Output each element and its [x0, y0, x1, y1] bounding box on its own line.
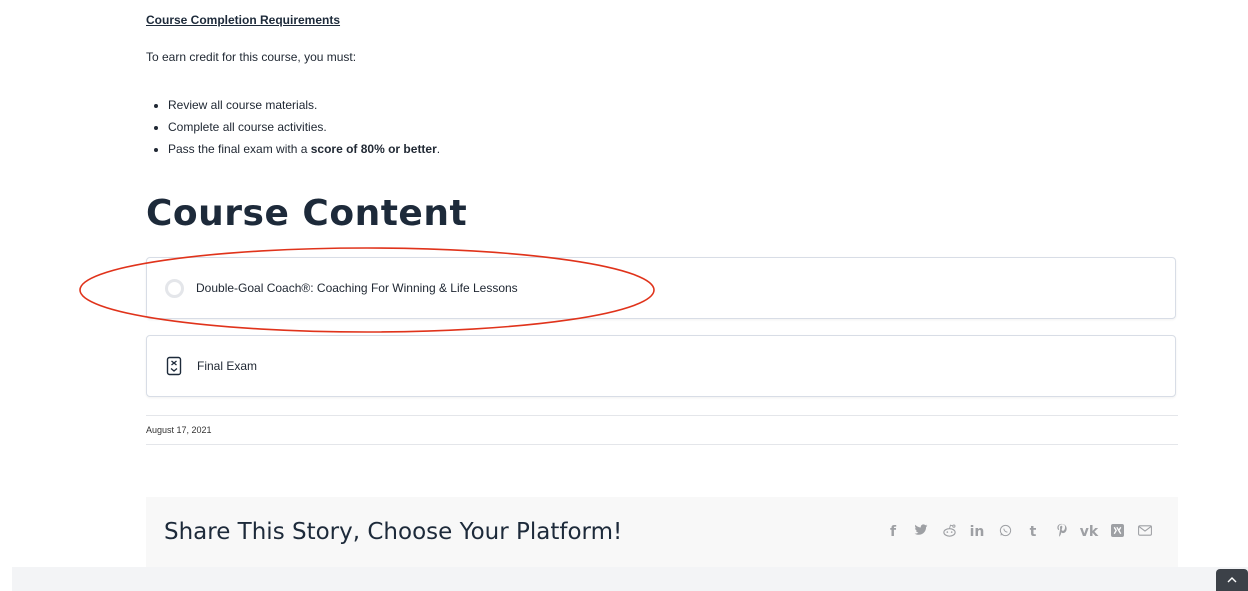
quiz-label[interactable]: Final Exam [197, 359, 257, 373]
requirement-suffix: . [436, 142, 441, 156]
requirement-prefix: Pass the final exam with a [168, 142, 311, 156]
lesson-label[interactable]: Double-Goal Coach®: Coaching For Winning… [196, 281, 518, 295]
requirement-text: Review all course materials. [168, 98, 318, 112]
whatsapp-icon[interactable] [991, 524, 1019, 541]
share-box: Share This Story, Choose Your Platform! … [146, 497, 1178, 567]
course-content-heading: Course Content [146, 193, 468, 234]
list-item: Pass the final exam with a score of 80% … [168, 138, 440, 160]
email-icon[interactable] [1131, 524, 1159, 540]
post-meta: August 17, 2021 [146, 415, 1178, 445]
xing-icon[interactable] [1103, 523, 1131, 541]
quiz-icon [165, 355, 183, 377]
quiz-row[interactable]: Final Exam [146, 335, 1176, 397]
requirements-title: Course Completion Requirements [146, 13, 341, 27]
facebook-icon[interactable]: f [879, 524, 907, 540]
vk-icon[interactable]: vk [1075, 524, 1103, 540]
requirement-text: Complete all course activities. [168, 120, 327, 134]
lesson-row[interactable]: Double-Goal Coach®: Coaching For Winning… [146, 257, 1176, 319]
requirement-bold: score of 80% or better [310, 142, 437, 156]
social-icons: f in t vk [879, 523, 1159, 541]
page: Course Completion Requirements To earn c… [0, 0, 1248, 591]
tumblr-icon[interactable]: t [1019, 524, 1047, 540]
scroll-to-top-button[interactable] [1216, 569, 1248, 591]
linkedin-icon[interactable]: in [963, 524, 991, 540]
post-date: August 17, 2021 [146, 425, 212, 435]
list-item: Review all course materials. [168, 94, 440, 116]
footer-band [12, 567, 1248, 591]
pinterest-icon[interactable] [1047, 523, 1075, 541]
status-circle-icon [165, 278, 184, 298]
chevron-up-icon [1227, 577, 1237, 583]
requirements-intro: To earn credit for this course, you must… [146, 50, 357, 64]
list-item: Complete all course activities. [168, 116, 440, 138]
requirements-list: Review all course materials. Complete al… [146, 94, 440, 160]
reddit-icon[interactable] [935, 524, 963, 541]
twitter-icon[interactable] [907, 524, 935, 540]
share-title: Share This Story, Choose Your Platform! [164, 519, 623, 545]
